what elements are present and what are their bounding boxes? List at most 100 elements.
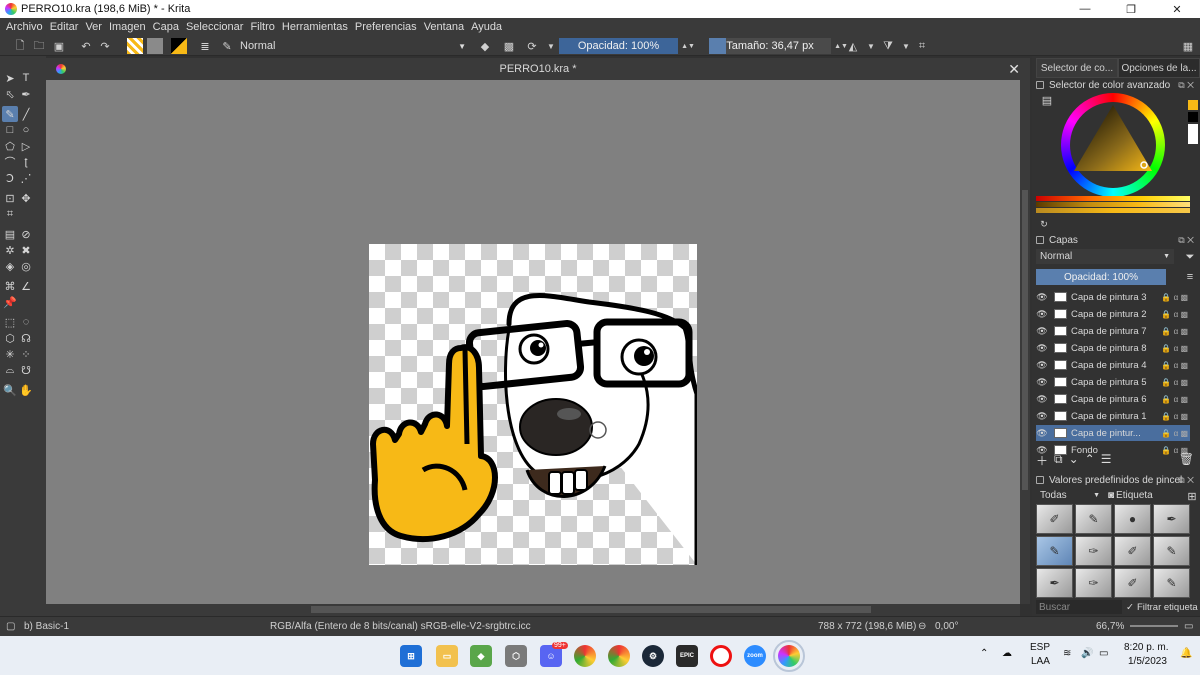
- battery-icon[interactable]: ▭: [1099, 648, 1108, 659]
- mirror-v-dropdown-icon[interactable]: ▼: [898, 38, 914, 54]
- delete-layer-icon[interactable]: 🗑: [1179, 452, 1194, 466]
- brush-preset[interactable]: ●: [1114, 504, 1151, 534]
- gradient-pattern-icon[interactable]: [127, 38, 143, 54]
- visibility-eye-icon[interactable]: 👁: [1036, 377, 1048, 388]
- layer-row[interactable]: 👁 Capa de pintura 6 🔒 α ▩: [1036, 391, 1190, 407]
- layers-float-close-icon[interactable]: ⧉ ✕: [1178, 235, 1194, 246]
- bezier-tool-icon[interactable]: ⌒: [2, 154, 18, 170]
- menu-preferencias[interactable]: Preferencias: [355, 21, 417, 33]
- layer-flags-icon[interactable]: 🔒 α ▩: [1158, 412, 1190, 421]
- freehand-path-tool-icon[interactable]: ʈ: [18, 154, 34, 170]
- gradient-tool-icon[interactable]: ▤: [2, 226, 18, 242]
- polygon-tool-icon[interactable]: ⬠: [2, 138, 18, 154]
- brush-float-close-icon[interactable]: ⧉ ✕: [1178, 475, 1194, 486]
- notifications-icon[interactable]: 🔔: [1180, 648, 1192, 659]
- layer-row[interactable]: 👁 Capa de pintura 8 🔒 α ▩: [1036, 340, 1190, 356]
- steam-icon[interactable]: ⚙: [642, 645, 664, 667]
- menu-editar[interactable]: Editar: [50, 21, 79, 33]
- menu-archivo[interactable]: Archivo: [6, 21, 43, 33]
- layer-flags-icon[interactable]: 🔒 α ▩: [1158, 429, 1190, 438]
- app-cube-icon[interactable]: ⬡: [505, 645, 527, 667]
- swatch-black[interactable]: [1188, 112, 1198, 122]
- zoom-slider[interactable]: [1130, 625, 1178, 627]
- magnetic-selection-icon[interactable]: ☋: [18, 362, 34, 378]
- epic-games-icon[interactable]: EPIC: [676, 645, 698, 667]
- rectangle-tool-icon[interactable]: □: [2, 122, 18, 138]
- minimize-button[interactable]: —: [1062, 0, 1108, 18]
- menu-filtro[interactable]: Filtro: [250, 21, 274, 33]
- opera-icon[interactable]: [710, 645, 732, 667]
- horizontal-scroll-thumb[interactable]: [311, 606, 871, 613]
- layer-menu-icon[interactable]: ≡: [1182, 269, 1198, 285]
- visibility-eye-icon[interactable]: 👁: [1036, 343, 1048, 354]
- brush-preset[interactable]: ✎: [1153, 536, 1190, 566]
- pan-tool-icon[interactable]: ✋: [18, 382, 34, 398]
- chrome-profile-icon[interactable]: [608, 645, 630, 667]
- menu-ayuda[interactable]: Ayuda: [471, 21, 502, 33]
- layer-opacity-slider[interactable]: Opacidad: 100%: [1036, 269, 1166, 285]
- smart-patch-tool-icon[interactable]: ✖: [18, 242, 34, 258]
- alpha-lock-icon[interactable]: ▩: [501, 38, 517, 54]
- windows-start-icon[interactable]: ⊞: [400, 645, 422, 667]
- layer-row[interactable]: 👁 Capa de pintura 4 🔒 α ▩: [1036, 357, 1190, 373]
- brush-filter-select[interactable]: Todas ▼: [1036, 488, 1104, 502]
- brush-preset[interactable]: ✑: [1075, 568, 1112, 598]
- krita-taskbar-icon[interactable]: [773, 640, 805, 672]
- reload-icon[interactable]: ⟳: [524, 38, 540, 54]
- brush-preset-selected[interactable]: ✎: [1036, 536, 1073, 566]
- layer-flags-icon[interactable]: 🔒 α ▩: [1158, 327, 1190, 336]
- menu-ventana[interactable]: Ventana: [424, 21, 464, 33]
- cloud-icon[interactable]: ☁: [1002, 648, 1012, 659]
- fg-bg-color-icon[interactable]: [171, 38, 187, 54]
- color-menu-icon[interactable]: ▤: [1039, 92, 1055, 108]
- dynamic-brush-tool-icon[interactable]: Ↄ: [2, 170, 18, 186]
- assistant-tool-icon[interactable]: ⌘: [2, 278, 18, 294]
- transform-tool-icon[interactable]: ⊡: [2, 190, 18, 206]
- layer-properties-icon[interactable]: ☰: [1101, 452, 1112, 466]
- mirror-horizontal-icon[interactable]: ◭: [845, 38, 861, 54]
- brush-preset[interactable]: ✒: [1153, 504, 1190, 534]
- move-tool-icon[interactable]: ✥: [18, 190, 34, 206]
- brush-preset[interactable]: ✐: [1036, 504, 1073, 534]
- enclose-fill-tool-icon[interactable]: ◎: [18, 258, 34, 274]
- hue-strip[interactable]: [1036, 196, 1190, 201]
- menu-capa[interactable]: Capa: [153, 21, 179, 33]
- add-layer-icon[interactable]: ＋: [1036, 452, 1048, 468]
- measure-tool-icon[interactable]: ∠: [18, 278, 34, 294]
- layer-row[interactable]: 👁 Capa de pintur... 🔒 α ▩: [1036, 425, 1190, 441]
- crop-tool-icon[interactable]: ⌗: [2, 206, 18, 222]
- close-button[interactable]: ✕: [1154, 0, 1200, 18]
- visibility-eye-icon[interactable]: 👁: [1036, 411, 1048, 422]
- reset-icon[interactable]: ↻: [1036, 216, 1052, 232]
- bezier-selection-icon[interactable]: ⌓: [2, 362, 18, 378]
- language-indicator[interactable]: ESP: [1030, 642, 1050, 653]
- swatch-white[interactable]: [1188, 124, 1198, 144]
- filter-tag-checkbox[interactable]: ✓ Filtrar etiqueta: [1126, 600, 1200, 614]
- move-down-icon[interactable]: ⌄: [1069, 452, 1079, 466]
- close-document-icon[interactable]: ✕: [1008, 61, 1020, 78]
- freehand-brush-tool-icon[interactable]: ✎: [2, 106, 18, 122]
- brush-preset[interactable]: ✎: [1153, 568, 1190, 598]
- rotation-icon[interactable]: ⊖: [918, 621, 926, 632]
- layer-row[interactable]: 👁 Capa de pintura 7 🔒 α ▩: [1036, 323, 1190, 339]
- brush-preset[interactable]: ✐: [1114, 536, 1151, 566]
- saturation-strip[interactable]: [1036, 208, 1190, 213]
- layer-flags-icon[interactable]: 🔒 α ▩: [1158, 310, 1190, 319]
- open-folder-icon[interactable]: 🗀: [31, 38, 47, 54]
- vertical-scrollbar[interactable]: [1020, 80, 1030, 604]
- brush-search-input[interactable]: Buscar: [1036, 600, 1122, 614]
- zoom-tool-icon[interactable]: 🔍: [2, 382, 18, 398]
- menu-herramientas[interactable]: Herramientas: [282, 21, 348, 33]
- text-tool-icon[interactable]: T: [18, 70, 34, 86]
- layer-flags-icon[interactable]: 🔒 α ▩: [1158, 395, 1190, 404]
- edit-shapes-tool-icon[interactable]: ⬁: [2, 86, 18, 102]
- color-picker-tool-icon[interactable]: ⊘: [18, 226, 34, 242]
- value-strip[interactable]: [1036, 202, 1190, 207]
- menu-ver[interactable]: Ver: [85, 21, 102, 33]
- brush-lock-icon[interactable]: [1036, 476, 1044, 484]
- layer-flags-icon[interactable]: 🔒 α ▩: [1158, 344, 1190, 353]
- reference-images-tool-icon[interactable]: 📌: [2, 294, 18, 310]
- tray-chevron-up-icon[interactable]: ⌃: [980, 648, 988, 659]
- undo-icon[interactable]: ↶: [78, 38, 94, 54]
- panel-lock-icon[interactable]: [1036, 81, 1044, 89]
